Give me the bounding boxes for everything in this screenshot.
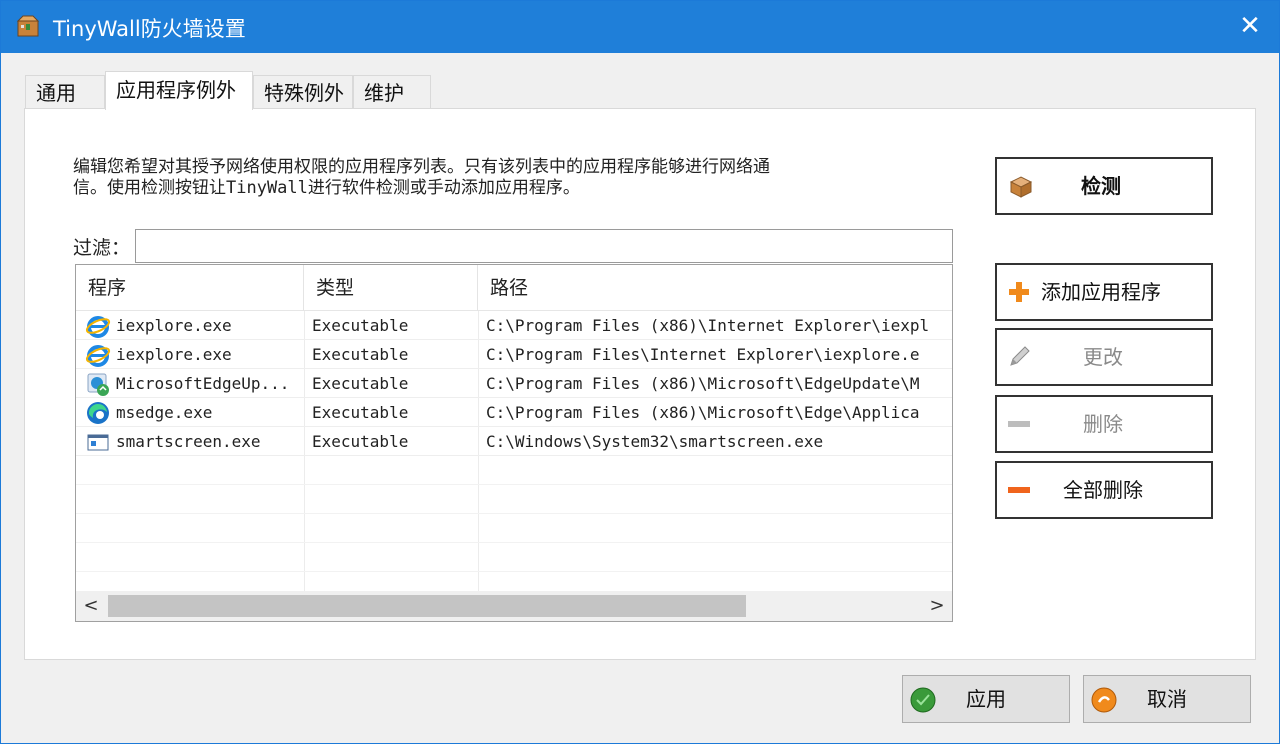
internet-explorer-icon bbox=[85, 316, 111, 338]
window-title: TinyWall防火墙设置 bbox=[53, 17, 246, 41]
list-item[interactable]: iexplore.exe Executable C:\Program Files… bbox=[76, 340, 952, 369]
program-path: C:\Program Files (x86)\Microsoft\EdgeUpd… bbox=[486, 374, 920, 393]
edge-icon bbox=[87, 402, 109, 424]
minus-icon bbox=[1008, 487, 1030, 493]
remove-all-button[interactable]: 全部删除 bbox=[995, 461, 1213, 519]
program-name: iexplore.exe bbox=[116, 345, 232, 364]
remove-all-button-label: 全部删除 bbox=[1063, 478, 1143, 502]
program-type: Executable bbox=[312, 403, 409, 422]
box-icon bbox=[1009, 176, 1033, 198]
cancel-button[interactable]: 取消 bbox=[1083, 675, 1251, 723]
tab-maintenance[interactable]: 维护 bbox=[353, 75, 431, 109]
program-name: iexplore.exe bbox=[116, 316, 232, 335]
list-item[interactable]: smartscreen.exe Executable C:\Windows\Sy… bbox=[76, 427, 952, 456]
description-line-1: 编辑您希望对其授予网络使用权限的应用程序列表。只有该列表中的应用程序能够进行网络… bbox=[73, 157, 770, 177]
program-path: C:\Program Files\Internet Explorer\iexpl… bbox=[486, 345, 920, 364]
pencil-icon bbox=[1010, 346, 1030, 366]
internet-explorer-icon bbox=[85, 345, 111, 367]
application-list[interactable]: 程序 类型 路径 iexplore.exe Executable C:\Prog… bbox=[75, 264, 953, 622]
minus-icon bbox=[1008, 421, 1030, 427]
tinywall-box-icon bbox=[16, 15, 40, 37]
filter-label: 过滤： bbox=[73, 237, 131, 259]
tab-special-exceptions[interactable]: 特殊例外 bbox=[253, 75, 353, 109]
description-line-2: 信。使用检测按钮让TinyWall进行软件检测或手动添加应用程序。 bbox=[73, 178, 580, 198]
close-icon[interactable]: ✕ bbox=[1235, 11, 1265, 41]
empty-row bbox=[76, 485, 952, 514]
program-type: Executable bbox=[312, 432, 409, 451]
column-header-type[interactable]: 类型 bbox=[304, 265, 478, 311]
empty-row bbox=[76, 456, 952, 485]
program-name: smartscreen.exe bbox=[116, 432, 261, 451]
cancel-button-label: 取消 bbox=[1147, 687, 1187, 711]
list-item[interactable]: MicrosoftEdgeUp... Executable C:\Program… bbox=[76, 369, 952, 398]
program-path: C:\Program Files (x86)\Internet Explorer… bbox=[486, 316, 930, 335]
tab-app-exceptions[interactable]: 应用程序例外 bbox=[105, 71, 253, 110]
add-application-button[interactable]: 添加应用程序 bbox=[995, 263, 1213, 321]
apply-button[interactable]: 应用 bbox=[902, 675, 1070, 723]
program-type: Executable bbox=[312, 374, 409, 393]
edge-update-icon bbox=[87, 373, 109, 396]
program-name: msedge.exe bbox=[116, 403, 213, 422]
scroll-left-button[interactable]: < bbox=[76, 591, 106, 621]
scrollbar-thumb[interactable] bbox=[108, 595, 746, 617]
scroll-right-button[interactable]: > bbox=[922, 591, 952, 621]
title-bar: TinyWall防火墙设置 ✕ bbox=[1, 1, 1279, 53]
program-path: C:\Windows\System32\smartscreen.exe bbox=[486, 432, 824, 451]
horizontal-scrollbar[interactable]: < > bbox=[76, 591, 952, 621]
add-application-label: 添加应用程序 bbox=[1041, 280, 1161, 304]
empty-row bbox=[76, 514, 952, 543]
plus-icon bbox=[1009, 282, 1029, 302]
filter-input[interactable] bbox=[135, 229, 953, 263]
column-header-program[interactable]: 程序 bbox=[76, 265, 304, 311]
program-type: Executable bbox=[312, 316, 409, 335]
settings-window: TinyWall防火墙设置 ✕ 通用 应用程序例外 特殊例外 维护 编辑您希望对… bbox=[0, 0, 1280, 744]
smartscreen-icon bbox=[87, 434, 109, 451]
list-item[interactable]: msedge.exe Executable C:\Program Files (… bbox=[76, 398, 952, 427]
column-header-path[interactable]: 路径 bbox=[478, 265, 952, 311]
tab-panel: 编辑您希望对其授予网络使用权限的应用程序列表。只有该列表中的应用程序能够进行网络… bbox=[24, 108, 1256, 660]
list-item[interactable]: iexplore.exe Executable C:\Program Files… bbox=[76, 311, 952, 340]
empty-row bbox=[76, 543, 952, 572]
program-type: Executable bbox=[312, 345, 409, 364]
apply-button-label: 应用 bbox=[966, 687, 1006, 711]
remove-button[interactable]: 删除 bbox=[995, 395, 1213, 453]
modify-button-label: 更改 bbox=[1083, 345, 1123, 369]
list-header: 程序 类型 路径 bbox=[76, 265, 952, 311]
description: 编辑您希望对其授予网络使用权限的应用程序列表。只有该列表中的应用程序能够进行网络… bbox=[73, 157, 933, 199]
detect-button[interactable]: 检测 bbox=[995, 157, 1213, 215]
program-name: MicrosoftEdgeUp... bbox=[116, 374, 290, 393]
remove-button-label: 删除 bbox=[1083, 412, 1123, 436]
tab-general[interactable]: 通用 bbox=[25, 75, 105, 109]
detect-button-label: 检测 bbox=[1081, 174, 1121, 198]
program-path: C:\Program Files (x86)\Microsoft\Edge\Ap… bbox=[486, 403, 920, 422]
modify-button[interactable]: 更改 bbox=[995, 328, 1213, 386]
